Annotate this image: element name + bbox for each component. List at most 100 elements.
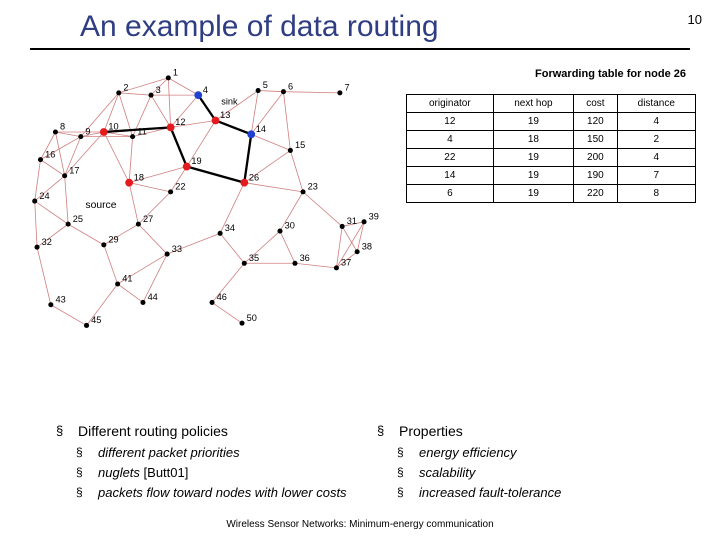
graph-node-31 [340,224,345,229]
graph-edge [129,183,170,192]
graph-node-label: 29 [108,235,118,245]
graph-node-label: 25 [73,214,83,224]
table-cell: 4 [617,149,695,167]
graph-edge [65,176,68,224]
title-bar: An example of data routing [30,0,690,50]
bullets-right: Properties energy efficiencyscalabilityi… [399,423,690,500]
graph-edge [212,302,242,323]
graph-node-5 [256,88,261,93]
table-cell: 6 [407,185,494,203]
graph-edge [129,137,132,183]
graph-node-50 [239,321,244,326]
graph-node-label: 33 [172,244,182,254]
table-header: next hop [493,95,574,113]
graph-node-46 [210,300,215,305]
graph-edge [303,192,342,227]
page-number: 10 [688,12,702,27]
graph-edge [55,132,64,176]
graph-node-43 [48,302,53,307]
graph-edge [35,201,37,247]
graph-node-4 [194,91,202,99]
graph-node-19 [183,163,191,171]
citation: [Butt01] [140,465,188,480]
graph-node-label: 27 [143,214,153,224]
graph-node-label: 36 [300,253,310,263]
table-cell: 14 [407,167,494,185]
graph-edge [151,95,171,127]
graph-edge [295,263,336,268]
graph-node-label: 15 [295,140,305,150]
source-label: source [85,200,116,211]
graph-node-label: 26 [249,172,259,182]
graph-edge [55,132,80,137]
graph-edge [68,224,104,245]
graph-node-23 [300,189,305,194]
graph-node-label: 14 [256,124,266,134]
graph-node-label: 6 [288,81,293,91]
graph-node-label: 44 [148,292,158,302]
graph-edge [258,91,283,92]
graph-node-label: 8 [60,122,65,132]
table-row: 4181502 [407,131,696,149]
graph-edge [251,134,290,150]
graph-node-12 [167,123,175,131]
graph-node-3 [148,93,153,98]
graph-node-label: 9 [85,126,90,136]
graph-node-27 [136,222,141,227]
graph-node-22 [168,189,173,194]
graph-node-label: 50 [247,313,257,323]
graph-edge [290,150,303,191]
table-cell: 4 [617,113,695,131]
graph-edge [342,226,357,251]
graph-edge [104,245,118,284]
graph-node-7 [337,90,342,95]
table-cell: 19 [493,167,574,185]
graph-node-label: 5 [263,80,268,90]
bullets-left: Different routing policies different pac… [78,423,369,500]
graph-node-30 [277,228,282,233]
graph-node-10 [100,128,108,136]
graph-node-label: 19 [191,156,201,166]
graph-node-label: 18 [134,172,144,182]
graph-node-39 [362,219,367,224]
bullet-columns: Different routing policies different pac… [78,423,690,500]
graph-node-label: 24 [39,191,49,201]
graph-node-37 [334,265,339,270]
slide-title: An example of data routing [80,10,650,48]
bullet-item: energy efficiency [409,445,690,460]
graph-edge [280,231,295,263]
table-cell: 190 [574,167,617,185]
graph-node-35 [242,261,247,266]
right-heading: Properties [399,423,690,439]
graph-node-label: 23 [308,182,318,192]
graph-edge [244,183,303,192]
graph-node-label: 43 [55,294,65,304]
graph-node-label: 37 [341,258,351,268]
forwarding-table-wrap: Forwarding table for node 26 originatorn… [406,68,696,203]
bullet-item: scalability [409,465,690,480]
graph-node-32 [34,245,39,250]
table-cell: 12 [407,113,494,131]
graph-node-label: 46 [217,292,227,302]
graph-node-label: 13 [220,110,230,120]
graph-node-label: 22 [175,182,185,192]
graph-node-label: 32 [42,237,52,247]
graph-node-25 [66,222,71,227]
graph-node-label: 30 [285,221,295,231]
graph-node-18 [125,179,133,187]
table-cell: 18 [493,131,574,149]
table-row: 22192004 [407,149,696,167]
graph-node-41 [115,281,120,286]
graph-node-label: 34 [225,223,235,233]
graph-node-6 [281,89,286,94]
graph-edge [35,201,68,224]
graph-edge [168,78,170,128]
graph-node-label: 11 [137,126,147,136]
graph-node-label: 31 [347,216,357,226]
graph-edge [283,92,290,151]
graph-edge [37,247,51,305]
graph-edge [51,305,87,326]
graph-edge [129,183,138,224]
table-cell: 8 [617,185,695,203]
table-title: Forwarding table for node 26 [406,68,696,80]
